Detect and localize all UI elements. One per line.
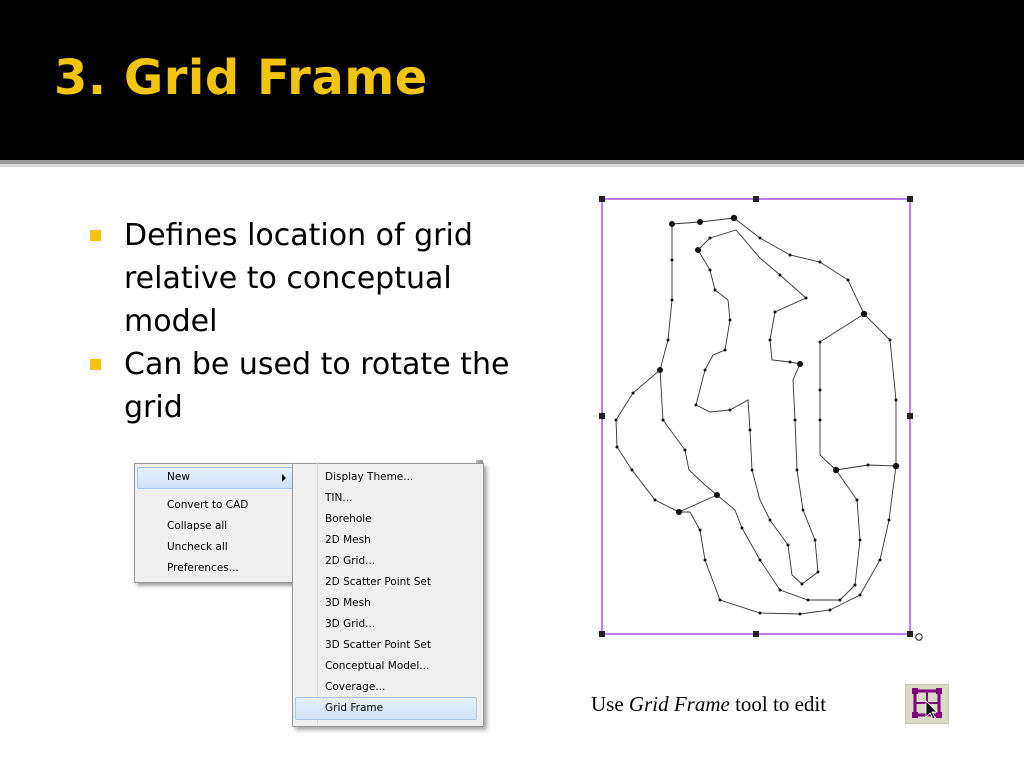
submenu-item-conceptual-model[interactable]: Conceptual Model...	[325, 660, 429, 672]
menu-item-new-highlight[interactable]	[137, 467, 297, 489]
caption: Use Grid Frame tool to edit	[591, 692, 827, 716]
menu-item-new[interactable]: New	[167, 471, 190, 483]
title-divider-light	[0, 164, 1024, 167]
bullet-list: Defines location of grid relative to con…	[90, 214, 510, 429]
submenu-item-grid-frame[interactable]: Grid Frame	[325, 702, 383, 714]
submenu-item-grid-frame-highlight[interactable]	[295, 697, 477, 720]
grid-frame-diagram	[599, 196, 923, 641]
submenu-icon-strip	[317, 463, 318, 725]
inner-boundary	[659, 313, 865, 601]
grid-frame-tool-icon	[912, 688, 942, 720]
grid-frame-tool-button[interactable]	[905, 684, 949, 724]
submenu-item-borehole[interactable]: Borehole	[325, 513, 372, 525]
bullet-square-icon	[90, 359, 101, 370]
menu-item-collapse-all[interactable]: Collapse all	[167, 520, 227, 532]
outer-boundary	[615, 217, 897, 615]
grid-frame-rect	[601, 198, 911, 635]
slide-title: 3. Grid Frame	[54, 50, 428, 106]
middle-boundary	[695, 229, 819, 585]
submenu-item-display-theme[interactable]: Display Theme...	[325, 471, 413, 483]
menu-item-preferences[interactable]: Preferences...	[167, 562, 239, 574]
submenu-arrow-icon	[282, 474, 286, 482]
bullet-item: Can be used to rotate the grid	[90, 343, 510, 429]
bullet-item: Defines location of grid relative to con…	[90, 214, 510, 343]
submenu-item-tin[interactable]: TIN...	[325, 492, 352, 504]
submenu-item-3d-scatter-point-set[interactable]: 3D Scatter Point Set	[325, 639, 431, 651]
rotate-handle	[915, 633, 923, 641]
submenu-item-2d-grid[interactable]: 2D Grid...	[325, 555, 375, 567]
inner-branch	[835, 464, 897, 471]
submenu-item-2d-mesh[interactable]: 2D Mesh	[325, 534, 371, 546]
menu-item-uncheck-all[interactable]: Uncheck all	[167, 541, 228, 553]
submenu-item-3d-grid[interactable]: 3D Grid...	[325, 618, 375, 630]
submenu-item-2d-scatter-point-set[interactable]: 2D Scatter Point Set	[325, 576, 431, 588]
connector	[678, 494, 718, 513]
submenu-item-3d-mesh[interactable]: 3D Mesh	[325, 597, 371, 609]
submenu-item-coverage[interactable]: Coverage...	[325, 681, 385, 693]
menu-item-convert-to-cad[interactable]: Convert to CAD	[167, 499, 248, 511]
bullet-square-icon	[90, 230, 101, 241]
submenu	[292, 463, 484, 727]
